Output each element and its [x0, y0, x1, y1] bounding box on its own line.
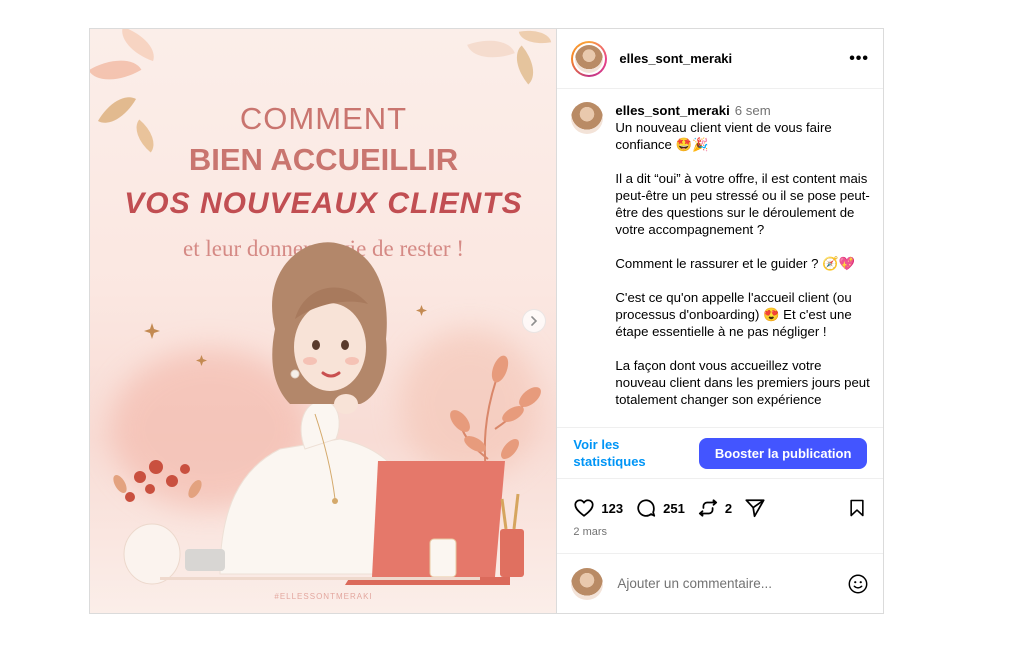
view-insights-link[interactable]: Voir les statistiques [573, 436, 663, 470]
avatar-story-ring[interactable] [571, 40, 608, 77]
like-button[interactable] [573, 497, 595, 519]
avatar-ring-inner [573, 42, 606, 75]
caption-body: elles_sont_meraki 6 sem Un nouveau client… [615, 102, 871, 423]
more-icon[interactable]: ••• [849, 50, 869, 68]
comment-button[interactable] [635, 497, 657, 519]
caption-username[interactable]: elles_sont_meraki [615, 103, 729, 118]
header-username[interactable]: elles_sont_meraki [619, 51, 732, 66]
like-count[interactable]: 123 [601, 501, 623, 516]
avatar [575, 44, 604, 73]
repost-count[interactable]: 2 [725, 501, 732, 516]
image-hashtag: #ELLESSONTMERAKI [274, 592, 373, 601]
caption-paragraph: Un nouveau client vient de vous faire co… [615, 120, 836, 152]
caption-paragraph: La façon dont vous accueillez votre nouv… [615, 358, 874, 407]
comment-input[interactable] [615, 575, 820, 592]
caption-avatar[interactable] [571, 102, 604, 134]
emoji-icon [848, 574, 868, 593]
save-button[interactable] [847, 498, 867, 518]
comment-icon [637, 499, 656, 517]
commenter-avatar[interactable] [571, 567, 604, 600]
repost-button[interactable] [697, 497, 719, 519]
caption-paragraph: Comment le rassurer et le guider ? 🧭💖 [615, 256, 855, 271]
bookmark-icon [850, 499, 865, 517]
caption-paragraph: Il a dit “oui” à votre offre, il est con… [615, 171, 871, 237]
post-card: COMMENT BIEN ACCUEILLIR VOS NOUVEAUX CLI… [89, 28, 884, 614]
comment-count[interactable]: 251 [663, 501, 685, 516]
caption-area: elles_sont_meraki 6 sem Un nouveau client… [557, 90, 883, 423]
post-header: elles_sont_meraki ••• [557, 29, 883, 89]
next-image-button[interactable] [522, 309, 546, 333]
caption-paragraph: elles_sont_meraki 6 sem [615, 102, 871, 119]
engagement-bar: 123 251 2 [573, 496, 867, 520]
insights-bar: Voir les statistiques Booster la publica… [557, 427, 884, 479]
heart-icon [574, 499, 594, 517]
boost-post-button[interactable]: Booster la publication [698, 437, 868, 469]
post-side-panel: elles_sont_meraki ••• elles_sont_meraki 6… [557, 29, 884, 613]
post-date[interactable]: 2 mars [573, 526, 607, 538]
share-icon [745, 499, 765, 518]
illustration-woman [113, 242, 541, 585]
share-button[interactable] [744, 497, 766, 519]
chevron-right-icon [531, 316, 538, 326]
post-image[interactable]: COMMENT BIEN ACCUEILLIR VOS NOUVEAUX CLI… [90, 29, 558, 613]
emoji-button[interactable] [847, 573, 869, 595]
repost-icon [698, 499, 717, 517]
caption-time[interactable]: 6 sem [735, 103, 771, 118]
caption-paragraph: C'est ce qu'on appelle l'accueil client … [615, 290, 856, 339]
add-comment-bar [557, 553, 884, 613]
